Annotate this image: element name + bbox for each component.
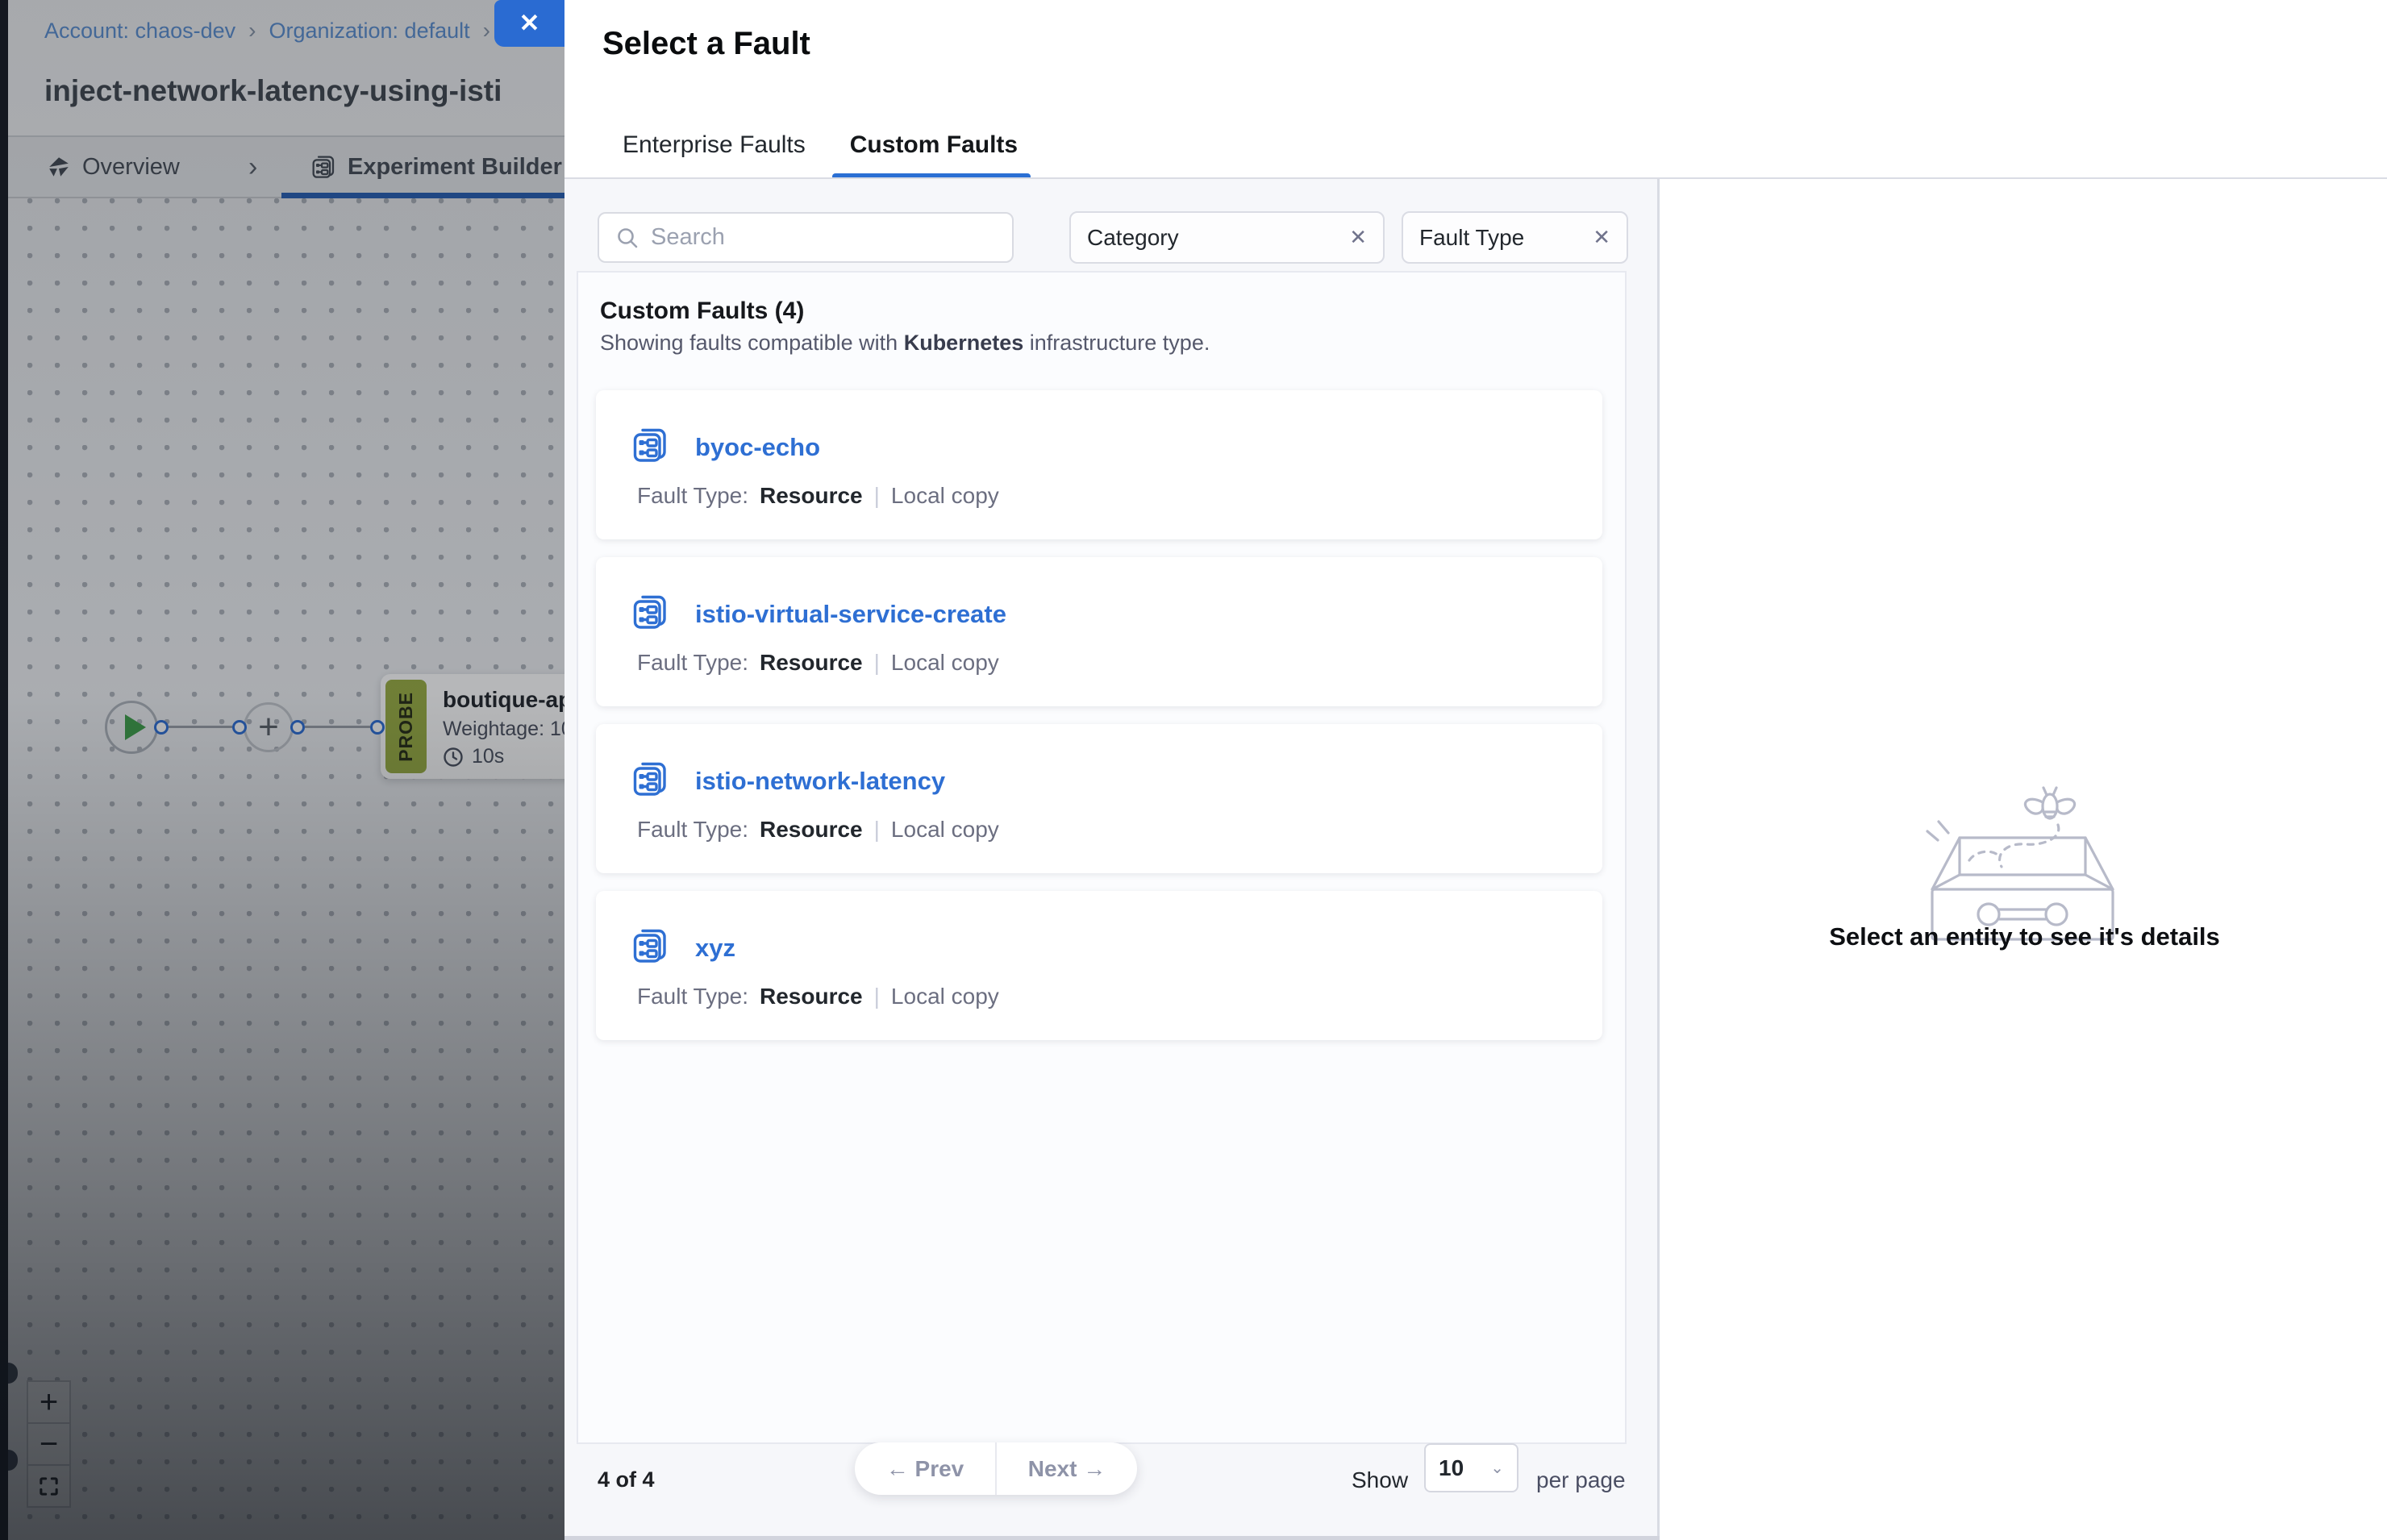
fault-meta-row: Fault Type: Resource | Local copy <box>637 483 999 509</box>
fault-card[interactable]: xyz Fault Type: Resource | Local copy <box>596 891 1602 1040</box>
fault-icon <box>631 593 669 631</box>
fault-type-value: Resource <box>760 650 863 676</box>
fault-icon <box>631 426 669 464</box>
tab-custom-faults[interactable]: Custom Faults <box>850 121 1018 169</box>
meta-divider: | <box>874 984 880 1009</box>
fault-results-container: Custom Faults (4) Showing faults compati… <box>577 271 1627 1444</box>
search-field <box>598 212 1014 263</box>
tab-enterprise-faults[interactable]: Enterprise Faults <box>623 121 806 169</box>
fault-details-panel: Select an entity to see it's details <box>1662 179 2387 1540</box>
fault-name-link[interactable]: istio-network-latency <box>695 767 945 796</box>
page-size-select[interactable]: 10 ⌄ <box>1424 1443 1518 1492</box>
fault-type-filter-dropdown[interactable]: Fault Type ✕ <box>1402 211 1628 264</box>
meta-divider: | <box>874 817 880 843</box>
fault-type-label: Fault Type: <box>637 483 748 509</box>
close-icon: ✕ <box>519 9 540 38</box>
fault-list-panel: Category ✕ Fault Type ✕ Custom Faults (4… <box>564 179 1660 1540</box>
search-icon <box>615 226 639 250</box>
prev-page-button[interactable]: ← Prev <box>855 1442 997 1495</box>
meta-divider: | <box>874 483 880 509</box>
subtitle-infra-type: Kubernetes <box>904 331 1024 355</box>
fault-meta-row: Fault Type: Resource | Local copy <box>637 650 999 676</box>
fault-meta-row: Fault Type: Resource | Local copy <box>637 817 999 843</box>
fault-type-value: Resource <box>760 817 863 843</box>
subtitle-prefix: Showing faults compatible with <box>600 331 904 355</box>
search-input[interactable] <box>651 224 996 251</box>
clear-category-filter-icon[interactable]: ✕ <box>1349 225 1367 250</box>
local-copy-badge: Local copy <box>891 984 999 1009</box>
fault-name-link[interactable]: istio-virtual-service-create <box>695 600 1006 629</box>
fault-icon <box>631 926 669 965</box>
fault-type-label: Fault Type: <box>637 817 748 843</box>
fault-name-link[interactable]: byoc-echo <box>695 433 820 462</box>
meta-divider: | <box>874 650 880 676</box>
local-copy-badge: Local copy <box>891 483 999 509</box>
fault-type-value: Resource <box>760 984 863 1009</box>
fault-type-label: Fault Type: <box>637 984 748 1009</box>
page-size-value: 10 <box>1439 1455 1464 1481</box>
fault-card[interactable]: byoc-echo Fault Type: Resource | Local c… <box>596 390 1602 539</box>
pagination-pill: ← Prev Next → <box>855 1442 1137 1495</box>
pagination-range: 4 of 4 <box>598 1467 655 1492</box>
modal-backdrop[interactable] <box>0 0 564 1540</box>
empty-details-message: Select an entity to see it's details <box>1662 922 2387 951</box>
results-subtitle: Showing faults compatible with Kubernete… <box>600 331 1210 356</box>
fault-type-value: Resource <box>760 483 863 509</box>
fault-icon <box>631 760 669 798</box>
category-filter-dropdown[interactable]: Category ✕ <box>1069 211 1385 264</box>
per-page-label: per page <box>1536 1467 1626 1493</box>
fault-card[interactable]: istio-virtual-service-create Fault Type:… <box>596 557 1602 706</box>
fault-type-filter-label: Fault Type <box>1419 225 1524 251</box>
fault-meta-row: Fault Type: Resource | Local copy <box>637 984 999 1009</box>
category-filter-label: Category <box>1087 225 1179 251</box>
chevron-down-icon: ⌄ <box>1490 1458 1504 1478</box>
close-drawer-button[interactable]: ✕ <box>494 0 564 47</box>
fault-type-label: Fault Type: <box>637 650 748 676</box>
fault-card[interactable]: istio-network-latency Fault Type: Resour… <box>596 724 1602 873</box>
subtitle-suffix: infrastructure type. <box>1023 331 1210 355</box>
local-copy-badge: Local copy <box>891 817 999 843</box>
drawer-title: Select a Fault <box>602 26 810 62</box>
show-label: Show <box>1352 1467 1408 1493</box>
panel-bottom-border <box>564 1536 1660 1540</box>
clear-fault-type-filter-icon[interactable]: ✕ <box>1593 225 1610 250</box>
local-copy-badge: Local copy <box>891 650 999 676</box>
fault-name-link[interactable]: xyz <box>695 934 735 963</box>
select-fault-drawer: Select a Fault Enterprise Faults Custom … <box>564 0 2387 1540</box>
next-page-button[interactable]: Next → <box>997 1442 1137 1495</box>
fault-source-tabs: Enterprise Faults Custom Faults <box>623 121 1018 169</box>
results-heading: Custom Faults (4) <box>600 298 804 325</box>
